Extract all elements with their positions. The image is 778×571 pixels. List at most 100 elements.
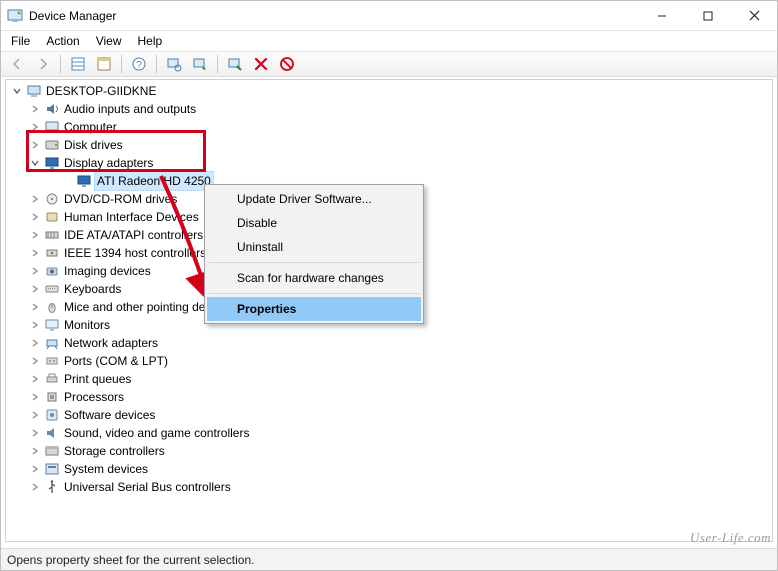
tree-category-label: IDE ATA/ATAPI controllers	[64, 226, 203, 244]
collapse-icon[interactable]	[28, 156, 42, 170]
tree-category[interactable]: Network adapters	[6, 334, 772, 352]
expand-icon[interactable]	[28, 264, 42, 278]
expand-icon[interactable]	[28, 318, 42, 332]
back-button[interactable]	[5, 53, 29, 75]
expand-icon[interactable]	[28, 462, 42, 476]
tree-category-label: Network adapters	[64, 334, 158, 352]
expand-icon[interactable]	[28, 372, 42, 386]
expand-icon[interactable]	[28, 444, 42, 458]
display-icon	[76, 173, 92, 189]
expand-icon[interactable]	[28, 336, 42, 350]
tree-category[interactable]: Print queues	[6, 370, 772, 388]
display-icon	[44, 155, 60, 171]
disable-button[interactable]	[275, 53, 299, 75]
tree-category-label: Sound, video and game controllers	[64, 424, 249, 442]
expand-icon[interactable]	[28, 210, 42, 224]
ide-icon	[44, 227, 60, 243]
toolbar-separator	[121, 55, 122, 73]
context-menu-item[interactable]: Scan for hardware changes	[207, 266, 421, 290]
window-controls	[639, 1, 777, 30]
expand-icon[interactable]	[28, 246, 42, 260]
tree-category-label: Storage controllers	[64, 442, 165, 460]
tree-category[interactable]: Disk drives	[6, 136, 772, 154]
expand-icon[interactable]	[28, 192, 42, 206]
scan-hardware-button[interactable]	[162, 53, 186, 75]
collapse-icon[interactable]	[10, 84, 24, 98]
expand-icon[interactable]	[28, 354, 42, 368]
uninstall-button[interactable]	[249, 53, 273, 75]
soft-icon	[44, 407, 60, 423]
fw-icon	[44, 245, 60, 261]
optical-icon	[44, 191, 60, 207]
help-button[interactable]: ?	[127, 53, 151, 75]
speaker-icon	[44, 101, 60, 117]
svg-text:?: ?	[136, 60, 142, 71]
maximize-button[interactable]	[685, 1, 731, 30]
tree-root-label: DESKTOP-GIIDKNE	[46, 82, 156, 100]
toolbar: ?	[1, 51, 777, 77]
context-menu-item[interactable]: Disable	[207, 211, 421, 235]
keyboard-icon	[44, 281, 60, 297]
tree-category[interactable]: Computer	[6, 118, 772, 136]
expand-icon[interactable]	[28, 480, 42, 494]
tree-category-label: Keyboards	[64, 280, 121, 298]
tree-category-label: Print queues	[64, 370, 131, 388]
tree-category[interactable]: System devices	[6, 460, 772, 478]
tree-category[interactable]: Storage controllers	[6, 442, 772, 460]
tree-category[interactable]: Audio inputs and outputs	[6, 100, 772, 118]
properties-button[interactable]	[92, 53, 116, 75]
tree-category-label: Monitors	[64, 316, 110, 334]
sound-icon	[44, 425, 60, 441]
expand-icon[interactable]	[28, 300, 42, 314]
tree-category-label: Disk drives	[64, 136, 123, 154]
tree-root[interactable]: DESKTOP-GIIDKNE	[6, 82, 772, 100]
minimize-button[interactable]	[639, 1, 685, 30]
menu-view[interactable]: View	[88, 32, 130, 50]
expand-icon[interactable]	[28, 282, 42, 296]
close-button[interactable]	[731, 1, 777, 30]
tree-category[interactable]: Processors	[6, 388, 772, 406]
show-hide-tree-button[interactable]	[66, 53, 90, 75]
mouse-icon	[44, 299, 60, 315]
context-menu-item[interactable]: Update Driver Software...	[207, 187, 421, 211]
usb-icon	[44, 479, 60, 495]
tree-category[interactable]: Sound, video and game controllers	[6, 424, 772, 442]
expand-icon[interactable]	[28, 102, 42, 116]
disk-icon	[44, 137, 60, 153]
tree-category-label: Software devices	[64, 406, 155, 424]
title-bar: Device Manager	[1, 1, 777, 31]
storage-icon	[44, 443, 60, 459]
expand-icon[interactable]	[28, 228, 42, 242]
tree-category[interactable]: Software devices	[6, 406, 772, 424]
tree-category-label: IEEE 1394 host controllers	[64, 244, 206, 262]
forward-button[interactable]	[31, 53, 55, 75]
tree-category-label: Human Interface Devices	[64, 208, 199, 226]
tree-device-label: ATI Radeon HD 4250	[94, 171, 214, 191]
expand-icon[interactable]	[28, 426, 42, 440]
expand-icon[interactable]	[28, 120, 42, 134]
status-text: Opens property sheet for the current sel…	[7, 553, 254, 567]
app-icon	[7, 8, 23, 24]
tree-category[interactable]: Ports (COM & LPT)	[6, 352, 772, 370]
expand-icon[interactable]	[28, 408, 42, 422]
hid-icon	[44, 209, 60, 225]
enable-button[interactable]	[223, 53, 247, 75]
expand-icon[interactable]	[28, 390, 42, 404]
context-menu-item[interactable]: Uninstall	[207, 235, 421, 259]
context-menu-item[interactable]: Properties	[207, 297, 421, 321]
net-icon	[44, 335, 60, 351]
device-tree-panel: DESKTOP-GIIDKNE Audio inputs and outputs…	[5, 79, 773, 542]
update-driver-button[interactable]	[188, 53, 212, 75]
menu-help[interactable]: Help	[130, 32, 171, 50]
menu-separator	[209, 293, 419, 294]
expand-icon[interactable]	[28, 138, 42, 152]
toolbar-separator	[217, 55, 218, 73]
monitor2-icon	[44, 317, 60, 333]
tree-category[interactable]: Universal Serial Bus controllers	[6, 478, 772, 496]
camera-icon	[44, 263, 60, 279]
menu-bar: File Action View Help	[1, 31, 777, 51]
menu-action[interactable]: Action	[38, 32, 87, 50]
printer-icon	[44, 371, 60, 387]
menu-file[interactable]: File	[3, 32, 38, 50]
tree-category[interactable]: Display adapters	[6, 154, 772, 172]
